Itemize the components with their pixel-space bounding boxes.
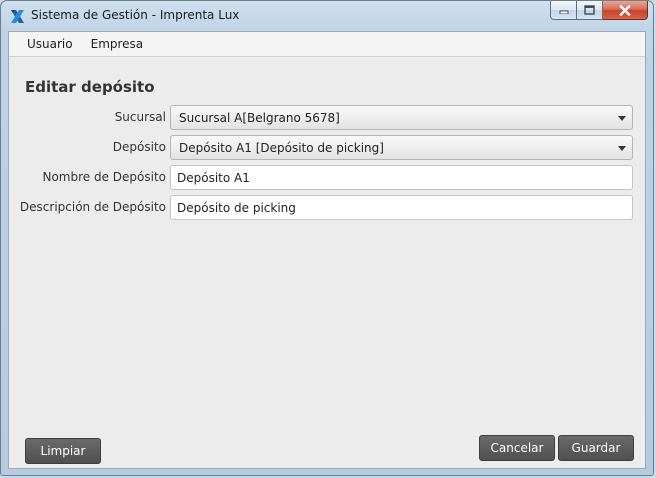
nombre-label: Nombre de Depósito: [42, 170, 166, 184]
limpiar-button[interactable]: Limpiar: [25, 438, 101, 464]
sucursal-label: Sucursal: [114, 110, 166, 124]
close-button[interactable]: [603, 1, 648, 20]
chevron-down-icon: [618, 146, 626, 151]
minimize-icon: [559, 10, 568, 14]
maximize-button[interactable]: [577, 1, 603, 20]
caption-buttons: [550, 1, 648, 21]
nombre-row: Nombre de Depósito: [9, 165, 635, 190]
descripcion-row: Descripción de Depósito: [9, 195, 635, 220]
descripcion-deposito-input[interactable]: [170, 195, 633, 220]
x-logo-icon: [11, 10, 24, 23]
maximize-icon: [584, 5, 595, 15]
menu-usuario[interactable]: Usuario: [18, 33, 82, 55]
sucursal-row: Sucursal Sucursal A[Belgrano 5678]: [9, 105, 635, 130]
window-title: Sistema de Gestión - Imprenta Lux: [31, 8, 240, 22]
menu-bar: Usuario Empresa: [9, 32, 645, 57]
app-window: Sistema de Gestión - Imprenta Lux Usuari…: [0, 0, 654, 476]
deposito-select[interactable]: Depósito A1 [Depósito de picking]: [170, 135, 633, 160]
title-bar[interactable]: Sistema de Gestión - Imprenta Lux: [1, 1, 653, 31]
minimize-button[interactable]: [550, 1, 577, 20]
chevron-down-icon: [618, 116, 626, 121]
close-icon: [619, 4, 631, 16]
descripcion-label: Descripción de Depósito: [19, 200, 166, 214]
deposito-row: Depósito Depósito A1 [Depósito de pickin…: [9, 135, 635, 160]
guardar-button[interactable]: Guardar: [558, 435, 634, 461]
form-title: Editar depósito: [25, 78, 155, 96]
cancelar-button[interactable]: Cancelar: [479, 435, 555, 461]
sucursal-value: Sucursal A[Belgrano 5678]: [179, 111, 340, 125]
deposito-label: Depósito: [112, 140, 166, 154]
deposito-value: Depósito A1 [Depósito de picking]: [179, 141, 384, 155]
nombre-deposito-input[interactable]: [170, 165, 633, 190]
sucursal-select[interactable]: Sucursal A[Belgrano 5678]: [170, 105, 633, 130]
menu-empresa[interactable]: Empresa: [82, 33, 153, 55]
client-area: Usuario Empresa Editar depósito Sucursal…: [8, 31, 646, 469]
